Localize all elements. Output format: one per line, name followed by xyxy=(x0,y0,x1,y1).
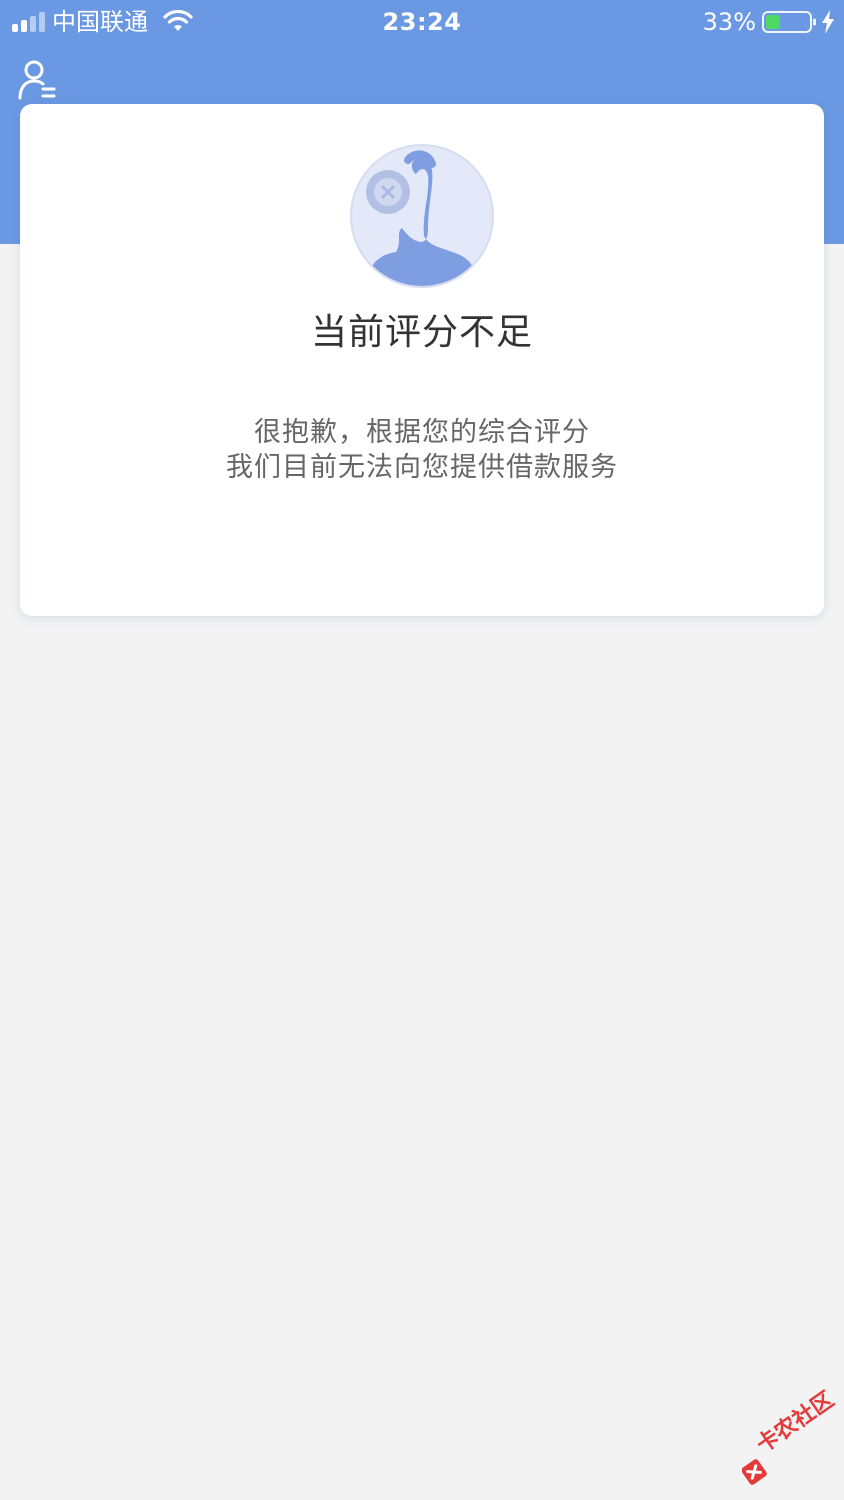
result-message-line-1: 很抱歉，根据您的综合评分 xyxy=(254,417,590,448)
mascot-avatar-icon xyxy=(350,144,494,288)
watermark: 卡农社区 xyxy=(738,1387,842,1488)
result-title: 当前评分不足 xyxy=(310,312,533,353)
status-bar: 中国联通 23:24 33% xyxy=(0,0,844,44)
battery-fill xyxy=(766,15,780,29)
battery-icon xyxy=(762,11,816,33)
user-menu-button[interactable] xyxy=(16,58,60,102)
battery-percent: 33% xyxy=(702,8,756,36)
result-message-line-2: 我们目前无法向您提供借款服务 xyxy=(226,452,618,483)
result-card: 当前评分不足 很抱歉，根据您的综合评分 我们目前无法向您提供借款服务 xyxy=(20,104,824,616)
watermark-text: 卡农社区 xyxy=(752,1387,839,1459)
user-menu-icon xyxy=(18,60,56,100)
charging-bolt-icon xyxy=(822,10,834,34)
watermark-logo-icon xyxy=(742,1459,767,1485)
result-message: 很抱歉，根据您的综合评分 我们目前无法向您提供借款服务 xyxy=(20,415,824,485)
